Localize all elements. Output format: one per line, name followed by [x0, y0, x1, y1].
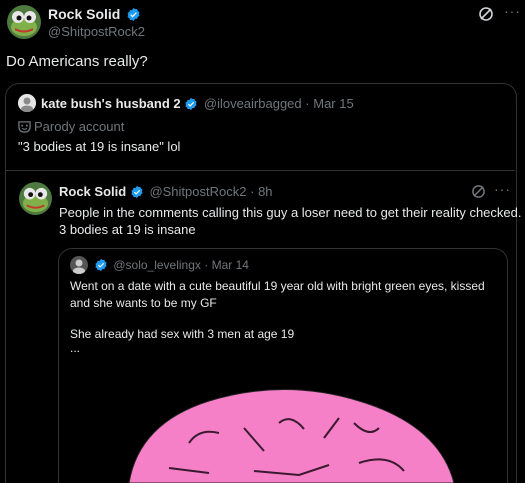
- quoted-separator: ·: [305, 96, 310, 111]
- inner-text-line3: She already had sex with 3 men at age 19: [70, 327, 295, 341]
- inner-handle[interactable]: @solo_levelingx: [113, 258, 201, 272]
- inner-date[interactable]: Mar 14: [212, 258, 249, 272]
- verified-badge-icon: [127, 7, 140, 21]
- verified-badge-icon: [185, 97, 197, 110]
- main-handle[interactable]: @ShitpostRock2: [48, 24, 145, 39]
- parody-mask-icon: [18, 121, 31, 133]
- parody-label-text: Parody account: [34, 119, 125, 134]
- inner-avatar-image: [70, 256, 88, 274]
- inner-separator: ·: [204, 258, 209, 272]
- quoted-header: kate bush's husband 2 @iloveairbagged · …: [41, 96, 354, 111]
- card-divider: [6, 170, 515, 171]
- brain-image: [128, 389, 455, 483]
- inner-text-line4: ...: [70, 341, 81, 355]
- frog-avatar-icon: [19, 182, 52, 215]
- quoted-date[interactable]: Mar 15: [313, 96, 353, 111]
- more-icon[interactable]: ···: [494, 181, 511, 197]
- quoted-avatar-image: [18, 94, 36, 112]
- thread-display-name[interactable]: Rock Solid: [59, 184, 126, 199]
- thread-time[interactable]: 8h: [258, 184, 272, 199]
- parody-label: Parody account: [18, 119, 124, 134]
- thread-header: Rock Solid @ShitpostRock2 · 8h: [59, 184, 273, 199]
- grok-icon[interactable]: [478, 6, 494, 27]
- grok-icon[interactable]: [471, 184, 486, 204]
- frog-avatar-icon: [7, 5, 41, 39]
- main-avatar[interactable]: [7, 5, 41, 39]
- quoted-avatar[interactable]: [18, 94, 36, 112]
- thread-avatar[interactable]: [19, 182, 52, 215]
- verified-badge-icon: [131, 185, 143, 198]
- quoted-display-name[interactable]: kate bush's husband 2: [41, 96, 181, 111]
- more-icon[interactable]: ···: [504, 3, 521, 19]
- main-display-name[interactable]: Rock Solid: [48, 6, 141, 22]
- thread-separator: ·: [250, 184, 255, 199]
- inner-quote-header: @solo_levelingx · Mar 14: [94, 258, 249, 272]
- inner-text-line2: and she wants to be my GF: [70, 296, 217, 310]
- thread-post-text-line1: People in the comments calling this guy …: [59, 205, 522, 220]
- thread-post-text-line2: 3 bodies at 19 is insane: [59, 222, 196, 237]
- inner-text-line1: Went on a date with a cute beautiful 19 …: [70, 279, 485, 293]
- verified-badge-icon: [95, 258, 107, 271]
- quoted-handle[interactable]: @iloveairbagged: [204, 96, 302, 111]
- thread-handle[interactable]: @ShitpostRock2: [149, 184, 246, 199]
- main-post-text: Do Americans really?: [6, 53, 148, 70]
- main-display-name-text[interactable]: Rock Solid: [48, 6, 120, 22]
- inner-avatar[interactable]: [70, 256, 88, 274]
- quoted-post-text: "3 bodies at 19 is insane" lol: [18, 139, 181, 154]
